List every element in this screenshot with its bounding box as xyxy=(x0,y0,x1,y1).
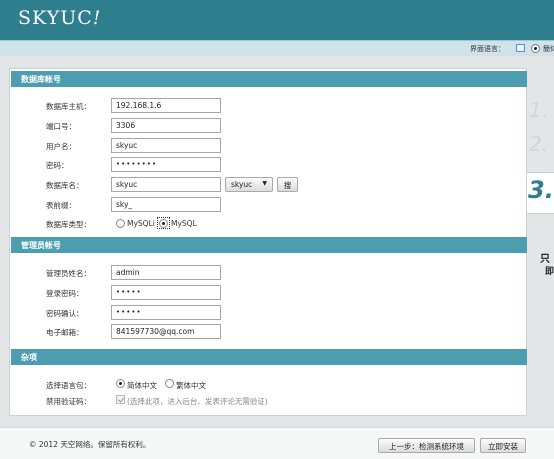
db-password-label: 密码： xyxy=(46,161,69,170)
db-prefix-label: 表前缀： xyxy=(46,201,76,210)
captcha-label: 禁用验证码： xyxy=(46,397,91,406)
db-type-label: 数据库类型： xyxy=(46,220,91,229)
side-note: 即 xyxy=(545,267,554,277)
admin-confirm-input[interactable]: ••••• xyxy=(111,305,221,320)
install-button[interactable]: 立即安装 xyxy=(480,438,526,453)
db-name-select[interactable]: skyuc ▼ xyxy=(225,177,273,192)
db-user-input[interactable]: skyuc xyxy=(111,138,221,153)
language-radio-traditional[interactable] xyxy=(165,379,174,388)
admin-password-input[interactable]: ••••• xyxy=(111,285,221,300)
language-option-traditional[interactable]: 繁体中文 xyxy=(176,380,206,391)
misc-section-header: 杂项 xyxy=(11,349,527,365)
step-2-label: 2. xyxy=(529,132,549,156)
admin-name-input[interactable]: admin xyxy=(111,265,221,280)
admin-email-label: 电子邮箱： xyxy=(46,328,84,337)
copyright-text: © 2012 天空网络。保留所有权利。 xyxy=(29,440,151,449)
db-type-radio-mysql[interactable] xyxy=(159,219,168,228)
admin-password-label: 登录密码： xyxy=(46,289,84,298)
captcha-checkbox[interactable] xyxy=(116,395,125,404)
language-label: 界面语言： xyxy=(470,45,505,53)
db-type-radio-mysqli[interactable] xyxy=(116,219,125,228)
previous-step-button[interactable]: 上一步：检测系统环境 xyxy=(378,438,475,453)
captcha-hint: (选择此项，进入后台、发表评论无需验证) xyxy=(127,397,268,406)
language-radio[interactable] xyxy=(531,44,540,53)
db-host-input[interactable]: 192.168.1.6 xyxy=(111,98,221,113)
db-name-label: 数据库名： xyxy=(46,181,84,190)
chevron-down-icon: ▼ xyxy=(262,180,267,187)
footer: © 2012 天空网络。保留所有权利。 上一步：检测系统环境 立即安装 xyxy=(0,427,554,459)
step-indicator: 1. 2. 3. 只 即 xyxy=(527,68,554,416)
language-option[interactable]: 簡体 xyxy=(543,44,554,54)
install-form-panel: 数据库帐号 数据库主机： 192.168.1.6 端口号： 3306 用户名： … xyxy=(9,68,527,416)
db-host-label: 数据库主机： xyxy=(46,102,91,111)
db-type-option-mysql[interactable]: MySQL xyxy=(171,219,197,228)
db-port-label: 端口号： xyxy=(46,122,76,131)
db-prefix-input[interactable]: sky_ xyxy=(111,197,221,212)
database-section-header: 数据库帐号 xyxy=(11,71,527,87)
side-note: 只 xyxy=(540,254,550,265)
admin-email-input[interactable]: 841597730@qq.com xyxy=(111,324,221,339)
language-bar: 界面语言： 簡体 xyxy=(0,40,554,56)
language-pack-label: 选择语言包： xyxy=(46,381,91,390)
db-search-button[interactable]: 搜 xyxy=(277,177,298,192)
step-3-label: 3. xyxy=(528,176,554,204)
logo: SKYUC! xyxy=(18,7,102,29)
language-option-simplified[interactable]: 简体中文 xyxy=(127,380,157,391)
header-bar: SKYUC! xyxy=(0,0,554,40)
language-radio-simplified[interactable] xyxy=(116,379,125,388)
language-flag-icon[interactable] xyxy=(516,44,525,52)
admin-name-label: 管理员姓名： xyxy=(46,269,91,278)
db-port-input[interactable]: 3306 xyxy=(111,118,221,133)
step-1-label: 1. xyxy=(529,98,549,122)
db-user-label: 用户名： xyxy=(46,142,76,151)
admin-confirm-label: 密码确认： xyxy=(46,309,84,318)
admin-section-header: 管理员帐号 xyxy=(11,237,527,253)
db-password-input[interactable]: •••••••• xyxy=(111,157,221,172)
db-type-option-mysqli[interactable]: MySQLi xyxy=(127,219,155,228)
db-name-input[interactable]: skyuc xyxy=(111,177,221,192)
